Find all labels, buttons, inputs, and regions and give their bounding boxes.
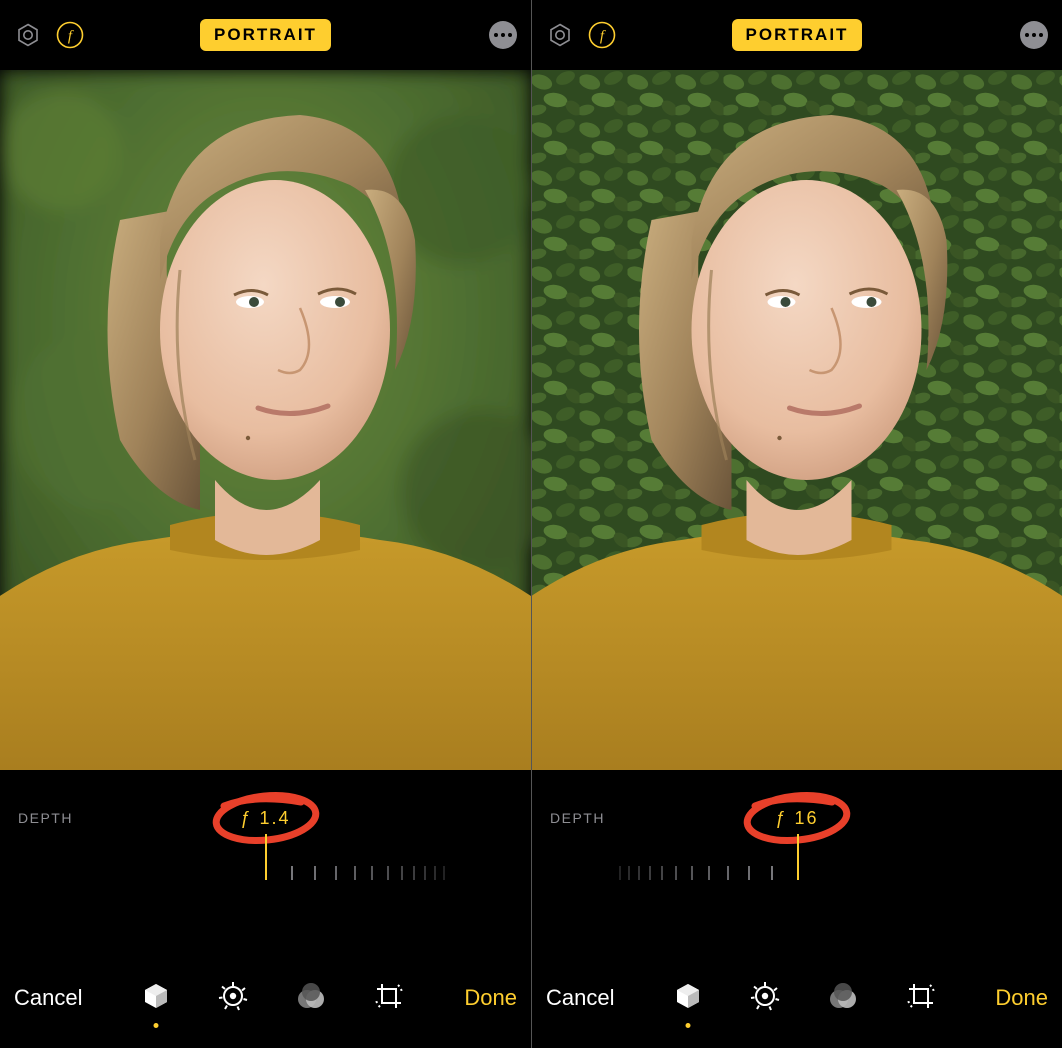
slider-tick [628,866,630,880]
photo-preview[interactable] [532,70,1062,770]
slider-tick [413,866,415,880]
cancel-button[interactable]: Cancel [546,985,614,1011]
active-tool-dot [685,1023,690,1028]
slider-tick [387,866,389,880]
depth-label: DEPTH [18,810,73,826]
depth-slider[interactable] [0,848,531,908]
adjust-dial-icon[interactable] [217,980,249,1017]
photo-preview[interactable] [0,70,531,770]
slider-cursor [265,834,267,880]
slider-tick [401,866,403,880]
svg-text:f: f [600,29,606,45]
svg-text:f: f [68,29,74,45]
slider-tick [424,866,426,880]
slider-tick [727,866,729,880]
aperture-icon[interactable]: f [56,21,84,49]
slider-tick [661,866,663,880]
depth-fstop-value: ƒ 1.4 [240,808,290,829]
lighting-cube-icon[interactable] [141,981,171,1016]
live-photo-icon[interactable] [14,21,42,49]
slider-cursor [797,834,799,880]
done-button[interactable]: Done [995,985,1048,1011]
filters-venn-icon[interactable] [295,981,327,1016]
crop-rotate-icon[interactable] [905,980,937,1017]
slider-tick [443,866,445,880]
active-tool-dot [154,1023,159,1028]
depth-fstop-value: ƒ 16 [775,808,818,829]
lighting-cube-icon[interactable] [673,981,703,1016]
aperture-icon[interactable]: f [588,21,616,49]
cancel-button[interactable]: Cancel [14,985,82,1011]
slider-tick [748,866,750,880]
slider-tick [675,866,677,880]
slider-tick [291,866,293,880]
topbar: f PORTRAIT [532,0,1062,70]
slider-tick [434,866,436,880]
depth-slider[interactable] [532,848,1062,908]
slider-tick [691,866,693,880]
done-button[interactable]: Done [464,985,517,1011]
slider-tick [638,866,640,880]
bottom-toolbar: Cancel [532,958,1062,1048]
adjust-dial-icon[interactable] [749,980,781,1017]
slider-tick [619,866,621,880]
slider-tick [771,866,773,880]
mode-badge[interactable]: PORTRAIT [732,19,863,51]
screen-left: f PORTRAIT [0,0,531,1048]
slider-tick [354,866,356,880]
slider-tick [649,866,651,880]
more-icon[interactable] [1020,21,1048,49]
slider-tick [314,866,316,880]
depth-label: DEPTH [550,810,605,826]
slider-tick [335,866,337,880]
mode-badge[interactable]: PORTRAIT [200,19,331,51]
slider-tick [708,866,710,880]
screen-right: f PORTRAIT [531,0,1062,1048]
topbar: f PORTRAIT [0,0,531,70]
slider-tick [371,866,373,880]
more-icon[interactable] [489,21,517,49]
crop-rotate-icon[interactable] [373,980,405,1017]
filters-venn-icon[interactable] [827,981,859,1016]
bottom-toolbar: Cancel [0,958,531,1048]
live-photo-icon[interactable] [546,21,574,49]
